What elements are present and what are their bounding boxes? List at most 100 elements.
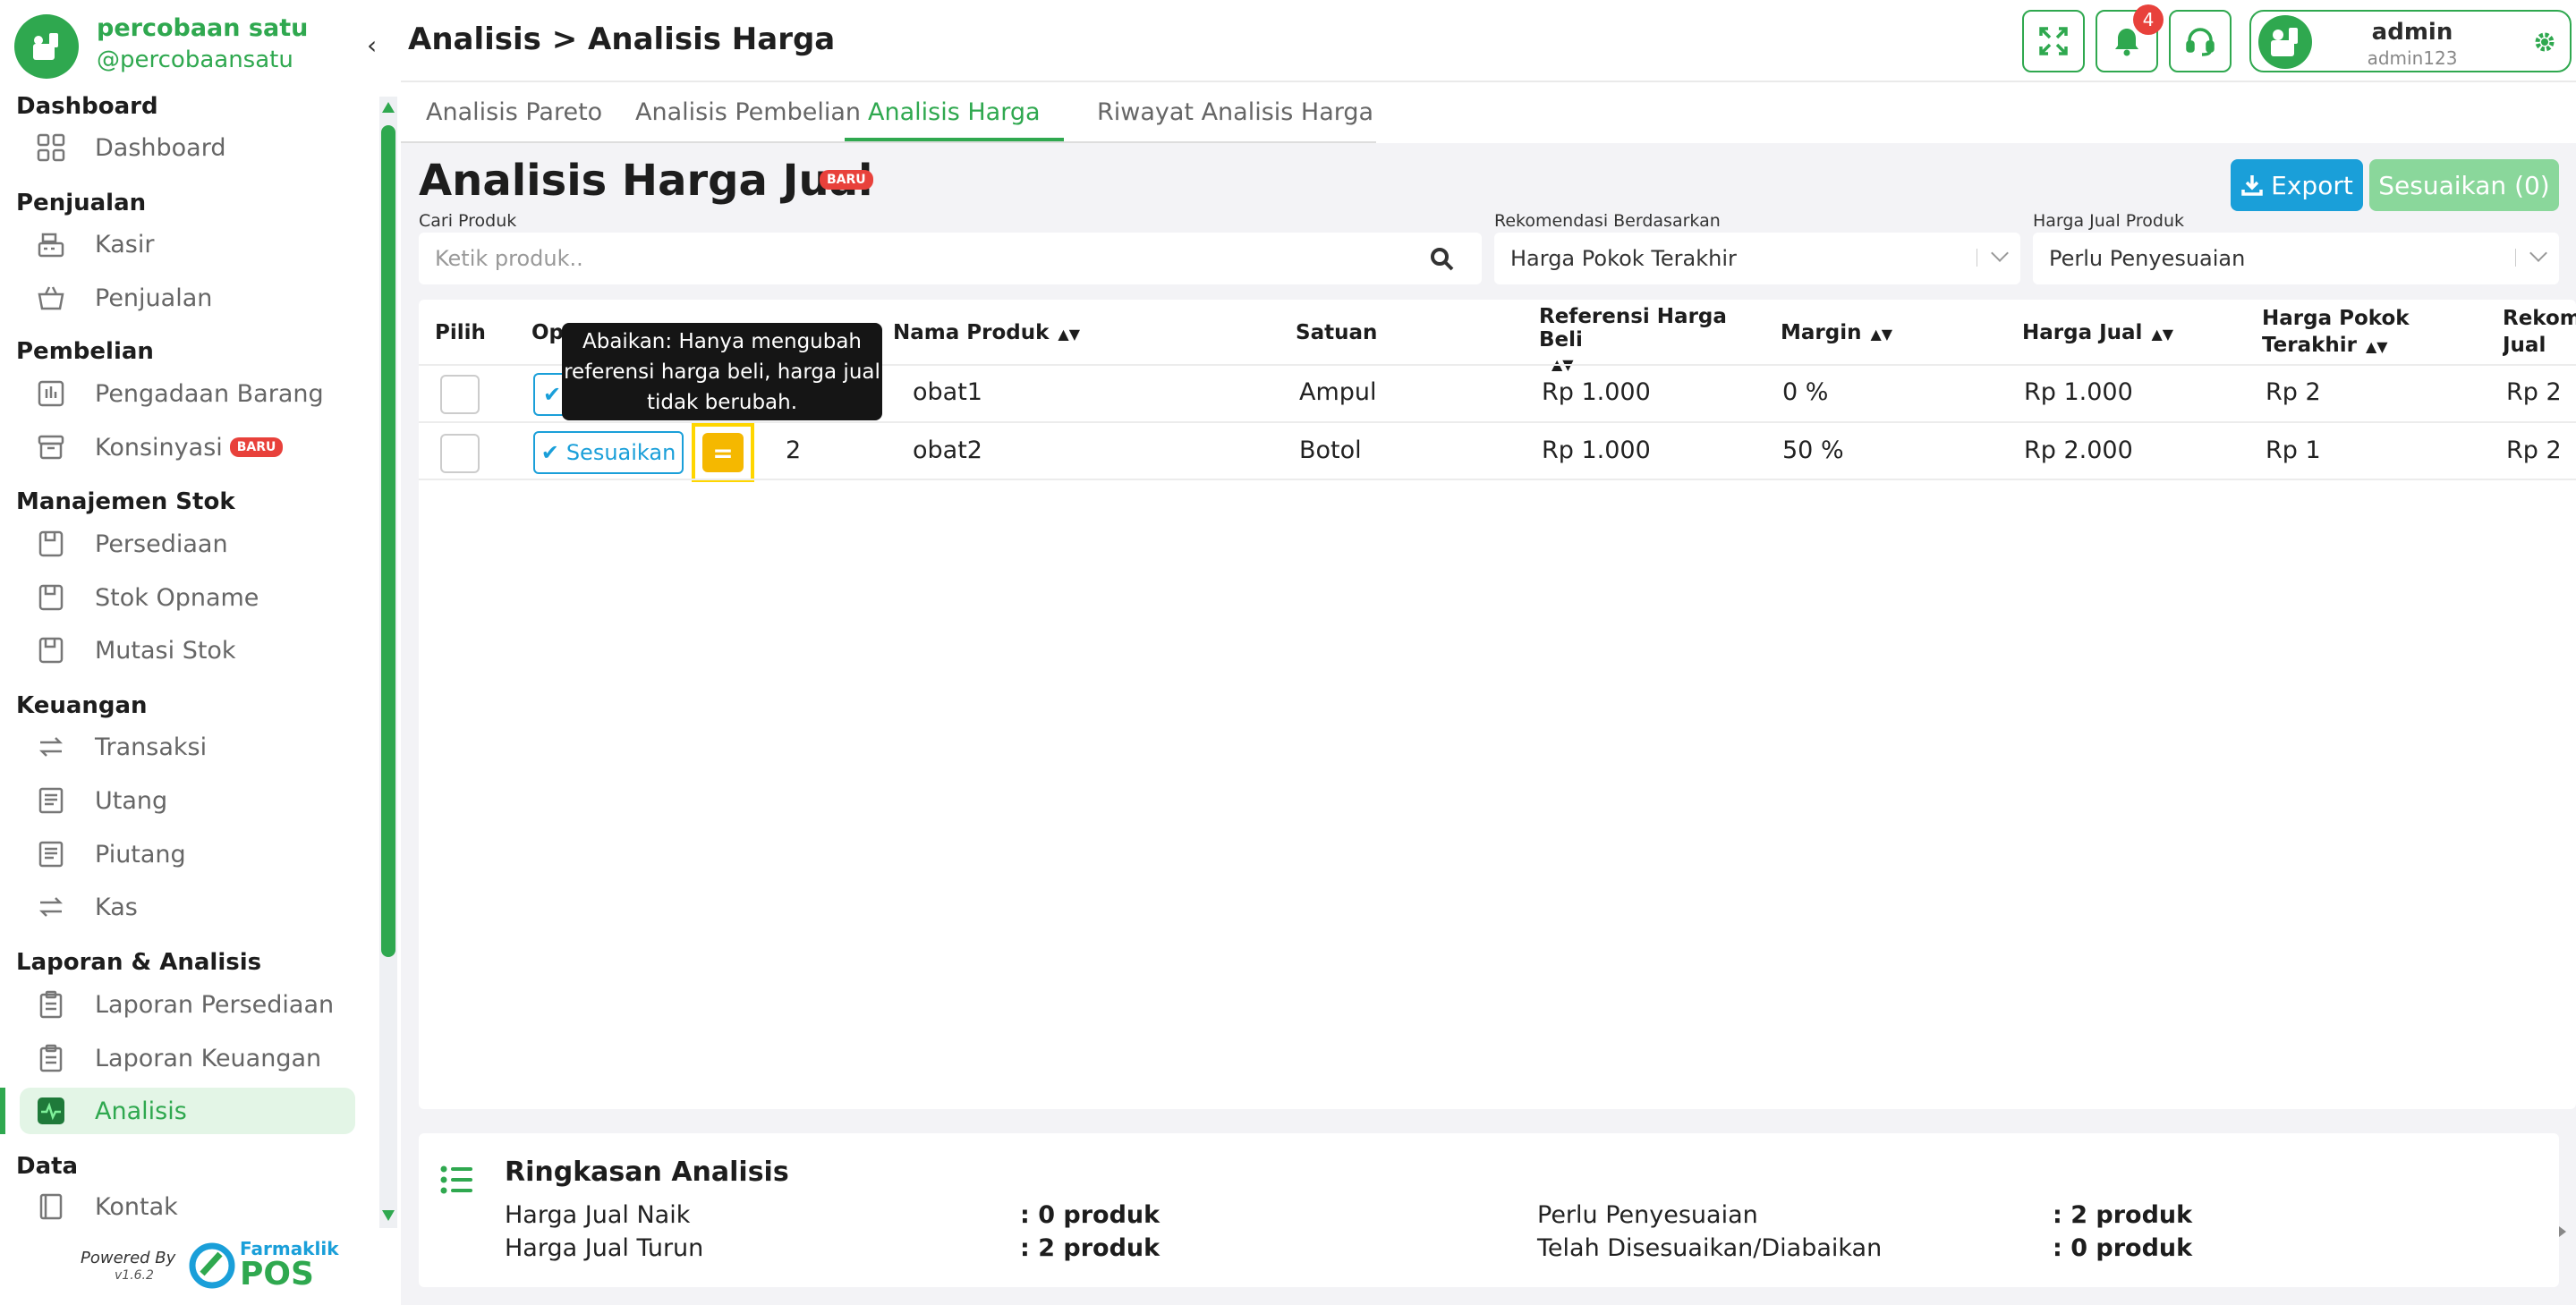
cell-satuan: Ampul bbox=[1299, 378, 1377, 406]
sidebar-item-label: Dashboard bbox=[95, 133, 226, 162]
notification-button[interactable]: 4 bbox=[2096, 4, 2164, 72]
new-badge: BARU bbox=[820, 170, 873, 190]
activity-icon bbox=[34, 1094, 68, 1128]
tab-analisis-pembelian[interactable]: Analisis Pembelian bbox=[635, 98, 861, 141]
sidebar-item-konsinyasi[interactable]: Konsinyasi BARU bbox=[20, 424, 355, 470]
sidebar-item-piutang[interactable]: Piutang bbox=[20, 831, 355, 877]
headset-icon bbox=[2186, 28, 2215, 56]
sidebar-item-pengadaan-barang[interactable]: Pengadaan Barang bbox=[20, 370, 355, 417]
tab-riwayat-analisis-harga[interactable]: Riwayat Analisis Harga bbox=[1097, 98, 1373, 141]
section-penjualan: Penjualan bbox=[16, 190, 147, 216]
sidebar-item-laporan-keuangan[interactable]: Laporan Keuangan bbox=[20, 1035, 355, 1081]
sort-icon[interactable]: ▲▼ bbox=[2151, 326, 2173, 343]
check-icon: ✔ bbox=[542, 382, 562, 407]
rekomendasi-select[interactable]: Harga Pokok Terakhir bbox=[1494, 233, 2020, 284]
sidebar-item-label: Kas bbox=[95, 893, 138, 921]
summary-label: Harga Jual Turun bbox=[505, 1234, 704, 1262]
tab-analisis-harga[interactable]: Analisis Harga bbox=[845, 98, 1064, 141]
col-label: Referensi Harga Beli bbox=[1539, 305, 1727, 352]
sidebar-item-label: Analisis bbox=[95, 1097, 187, 1125]
col-margin[interactable]: Margin ▲▼ bbox=[1781, 321, 1892, 344]
section-keuangan: Keuangan bbox=[16, 692, 148, 719]
sidebar-item-laporan-persediaan[interactable]: Laporan Persediaan bbox=[20, 981, 355, 1028]
section-pembelian: Pembelian bbox=[16, 338, 154, 365]
sidebar-item-transaksi[interactable]: Transaksi bbox=[20, 724, 355, 770]
col-harga-jual[interactable]: Harga Jual ▲▼ bbox=[2022, 321, 2173, 344]
list-icon bbox=[440, 1165, 472, 1194]
summary-value: : 2 produk bbox=[1020, 1234, 1160, 1262]
scroll-down-icon[interactable] bbox=[382, 1210, 395, 1221]
section-dashboard: Dashboard bbox=[16, 93, 158, 120]
archive-icon bbox=[34, 430, 68, 464]
sidebar-item-kasir[interactable]: Kasir bbox=[20, 221, 355, 267]
support-button[interactable] bbox=[2169, 10, 2232, 72]
user-menu[interactable]: admin admin123 bbox=[2249, 10, 2572, 72]
search-input[interactable]: Ketik produk.. bbox=[419, 233, 1482, 284]
box-icon bbox=[34, 580, 68, 614]
row-checkbox[interactable] bbox=[440, 434, 480, 473]
sidebar-item-label: Stok Opname bbox=[95, 583, 259, 612]
download-icon bbox=[2241, 175, 2263, 196]
col-nama-produk[interactable]: Nama Produk ▲▼ bbox=[893, 321, 1080, 344]
fullscreen-button[interactable] bbox=[2022, 10, 2085, 72]
summary-label: Telah Disesuaikan/Diabaikan bbox=[1537, 1234, 1883, 1262]
expand-icon bbox=[2039, 27, 2068, 55]
sidebar-scrollbar[interactable] bbox=[379, 97, 397, 1228]
summary-label: Perlu Penyesuaian bbox=[1537, 1201, 1758, 1229]
col-harga-pokok-terakhir[interactable]: Harga Pokok Terakhir ▲▼ bbox=[2262, 305, 2414, 360]
tab-analisis-pareto[interactable]: Analisis Pareto bbox=[426, 98, 602, 141]
sesuaikan-button[interactable]: ✔ Sesuaikan bbox=[533, 431, 684, 474]
new-badge: BARU bbox=[229, 437, 284, 457]
sidebar-item-dashboard[interactable]: Dashboard bbox=[20, 124, 355, 171]
sort-icon[interactable]: ▲▼ bbox=[1058, 326, 1080, 343]
rekomendasi-value: Harga Pokok Terakhir bbox=[1510, 246, 1737, 271]
analysis-table: Pilih Op Nama Produk ▲▼ Satuan Referensi … bbox=[419, 300, 2576, 1241]
sesuaikan-all-button[interactable]: Sesuaikan (0) bbox=[2369, 159, 2559, 211]
collapse-sidebar-icon[interactable]: ‹ bbox=[367, 30, 377, 60]
active-indicator bbox=[0, 1088, 5, 1134]
sort-icon[interactable]: ▲▼ bbox=[1870, 326, 1892, 343]
search-placeholder: Ketik produk.. bbox=[435, 246, 583, 271]
clipboard-icon bbox=[34, 1041, 68, 1075]
sidebar-item-label: Kontak bbox=[95, 1192, 178, 1221]
col-pilih: Pilih bbox=[435, 321, 486, 344]
sort-icon[interactable]: ▲▼ bbox=[2366, 334, 2388, 360]
harga-jual-select[interactable]: Perlu Penyesuaian bbox=[2033, 233, 2559, 284]
sidebar-item-kontak[interactable]: Kontak bbox=[20, 1183, 355, 1230]
sidebar-item-stok-opname[interactable]: Stok Opname bbox=[20, 574, 355, 621]
cell-referensi: Rp 1.000 bbox=[1542, 378, 1651, 406]
select-divider bbox=[2515, 249, 2516, 267]
sidebar-item-persediaan[interactable]: Persediaan bbox=[20, 521, 355, 567]
sidebar: percobaan satu @percobaansatu ‹ Dashboar… bbox=[0, 0, 401, 1305]
clipboard-icon bbox=[34, 987, 68, 1021]
page-title: Analisis Harga Jual bbox=[419, 156, 873, 206]
sidebar-item-label: Utang bbox=[95, 786, 168, 815]
sidebar-item-kas[interactable]: Kas bbox=[20, 884, 355, 930]
export-button[interactable]: Export bbox=[2231, 159, 2363, 211]
exchange-icon bbox=[34, 730, 68, 764]
sidebar-item-analisis[interactable]: Analisis bbox=[20, 1088, 355, 1134]
top-header: Analisis > Analisis Harga 4 admin admin1… bbox=[401, 0, 2576, 82]
export-label: Export bbox=[2271, 170, 2353, 200]
summary-label: Harga Jual Naik bbox=[505, 1201, 691, 1229]
brand-name: percobaan satu bbox=[97, 14, 309, 42]
ledger-icon bbox=[34, 784, 68, 818]
brand-handle: @percobaansatu bbox=[97, 47, 293, 73]
sidebar-item-label: Penjualan bbox=[95, 284, 213, 312]
breadcrumb: Analisis > Analisis Harga bbox=[408, 21, 836, 57]
search-icon[interactable] bbox=[1430, 247, 1455, 272]
sidebar-item-label: Konsinyasi bbox=[95, 433, 223, 462]
sidebar-item-penjualan[interactable]: Penjualan bbox=[20, 275, 355, 321]
gear-icon[interactable] bbox=[2532, 30, 2557, 55]
scroll-up-icon[interactable] bbox=[382, 102, 395, 113]
sidebar-item-utang[interactable]: Utang bbox=[20, 777, 355, 824]
check-icon: ✔ bbox=[540, 440, 559, 465]
row-checkbox[interactable] bbox=[440, 375, 480, 414]
exchange-icon bbox=[34, 890, 68, 924]
abaikan-button[interactable]: = bbox=[692, 423, 754, 482]
scrollbar-thumb[interactable] bbox=[381, 125, 395, 957]
user-username: admin123 bbox=[2367, 47, 2458, 69]
notification-badge: 4 bbox=[2133, 4, 2164, 35]
farmaklik-logo: Farmaklik POS bbox=[188, 1238, 339, 1293]
sidebar-item-mutasi-stok[interactable]: Mutasi Stok bbox=[20, 627, 355, 674]
